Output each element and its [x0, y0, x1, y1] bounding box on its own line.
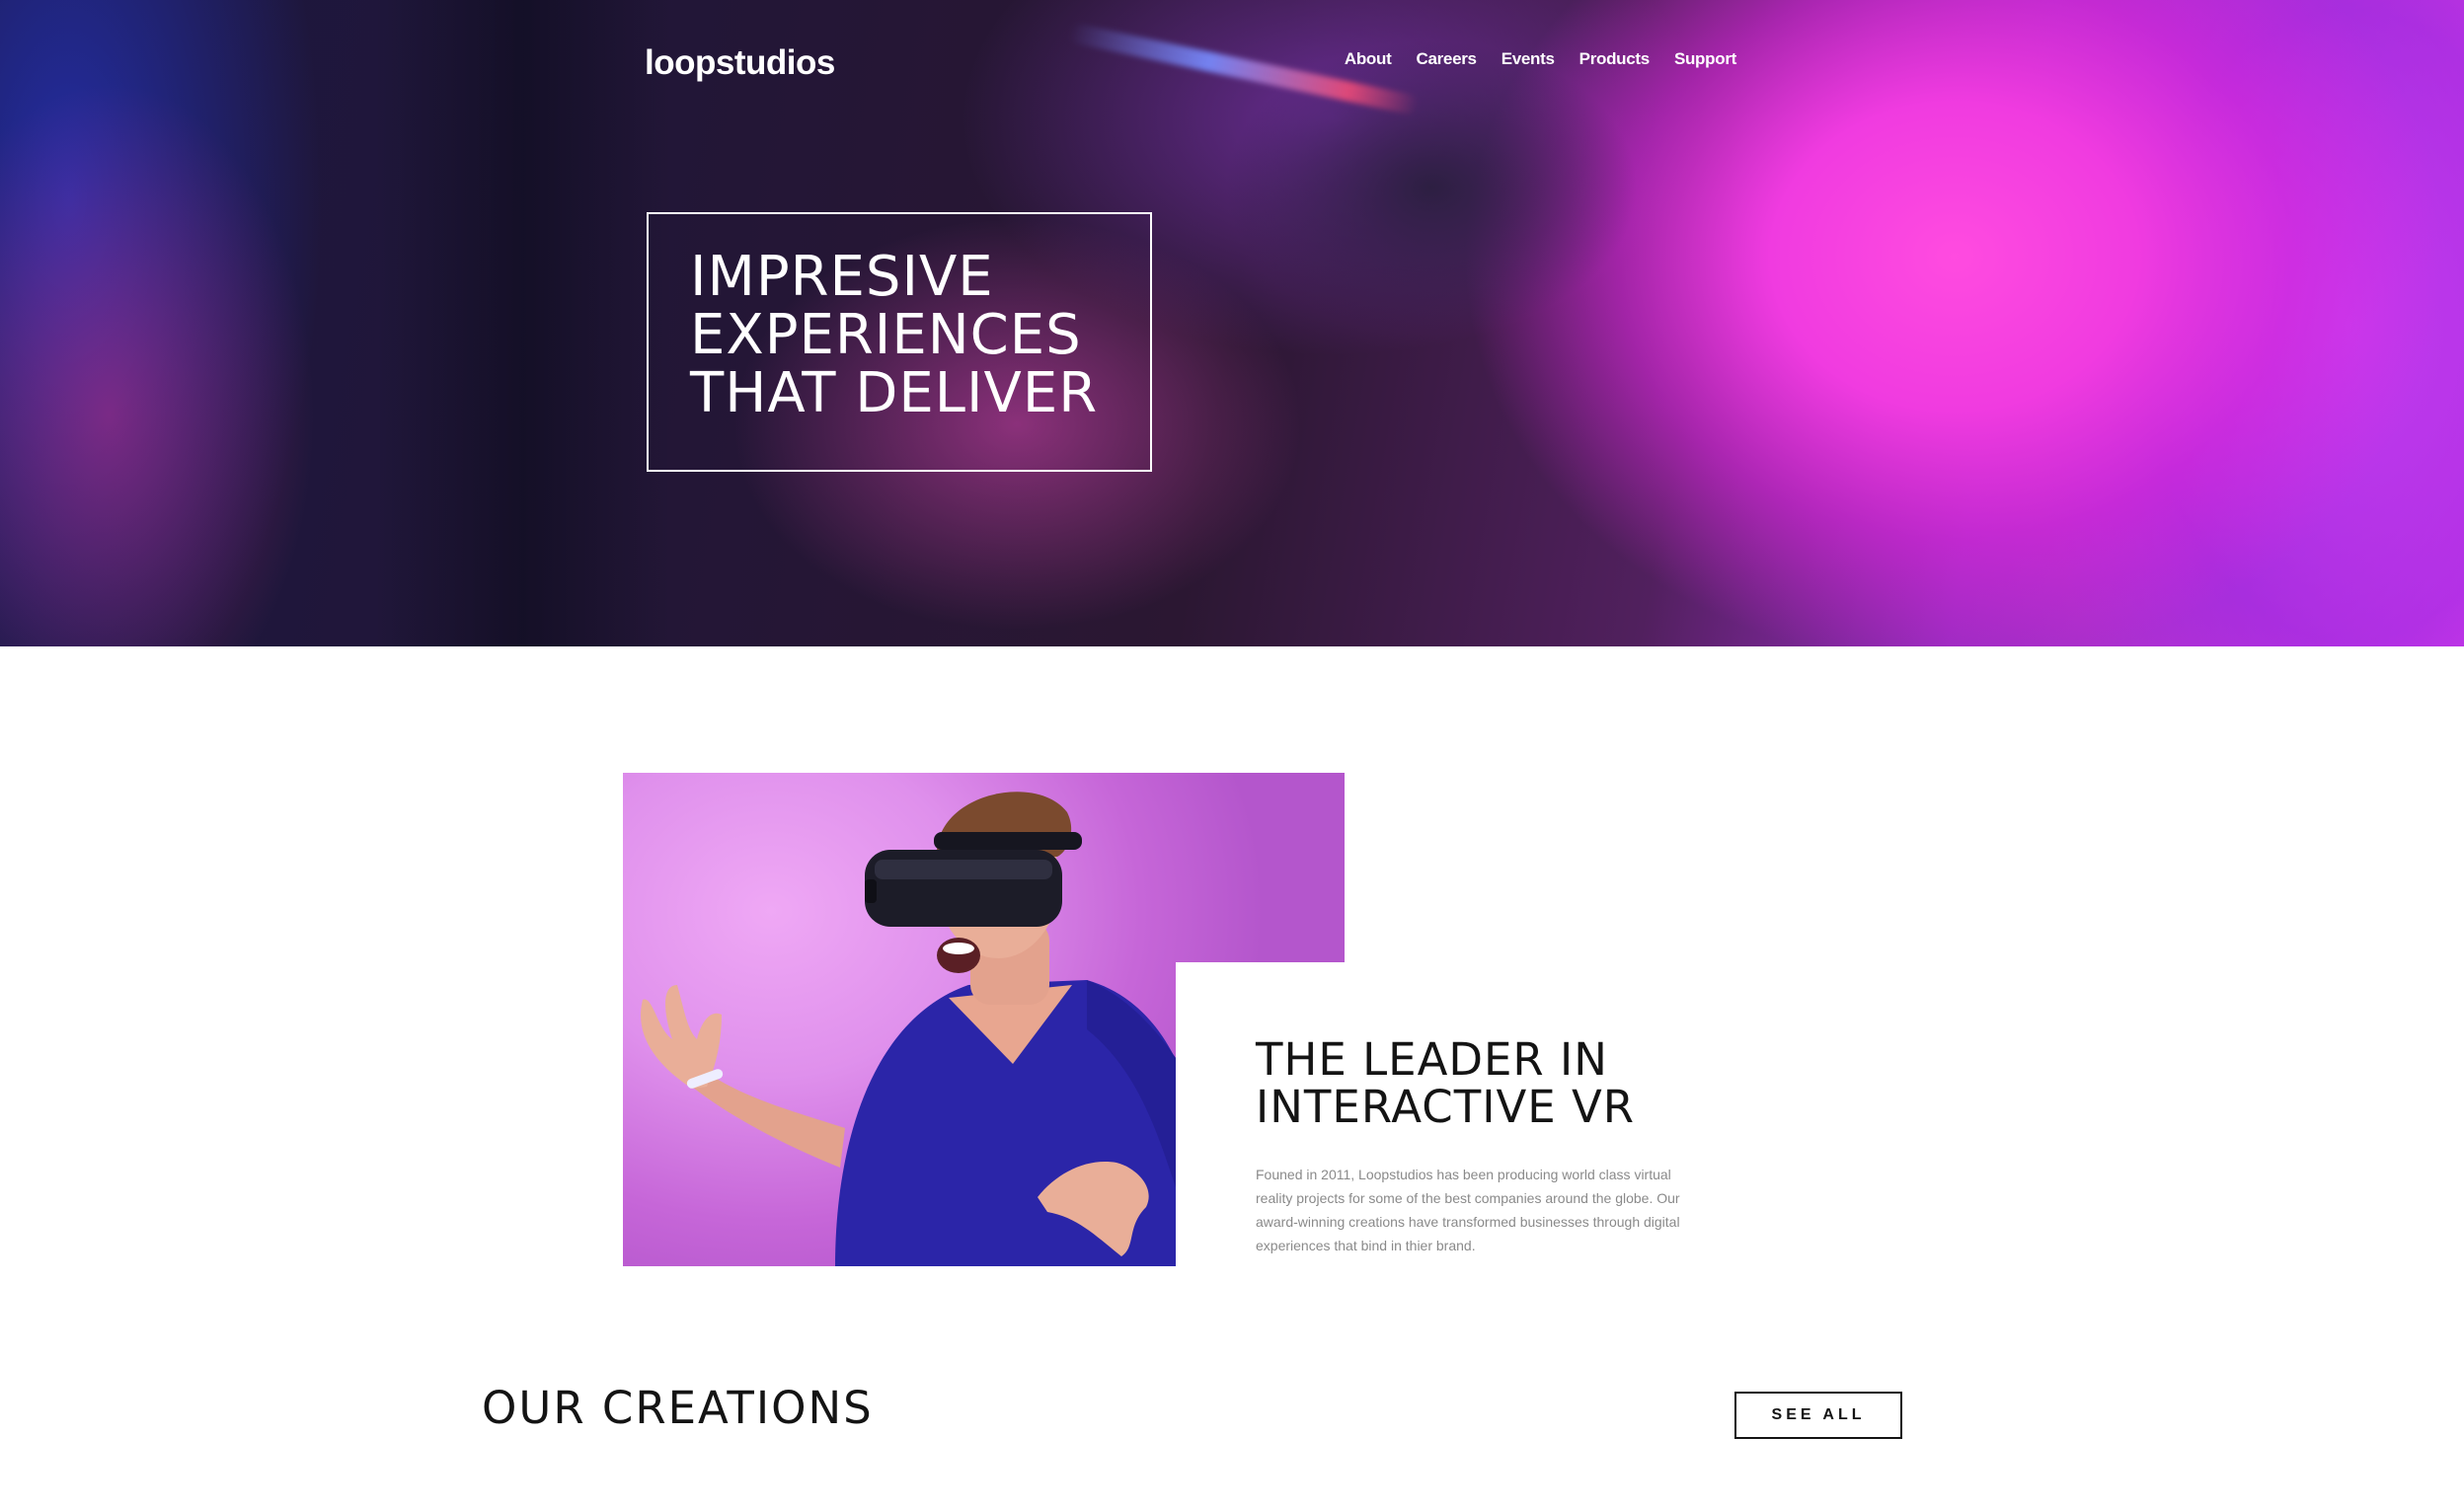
nav-link-support[interactable]: Support: [1674, 49, 1736, 69]
interactive-vr-body: Founed in 2011, Loopstudios has been pro…: [1256, 1167, 1680, 1253]
creations-title: OUR CREATIONS: [482, 1382, 874, 1434]
nav-link-careers[interactable]: Careers: [1416, 49, 1477, 69]
nav-link-events[interactable]: Events: [1502, 49, 1555, 69]
hero-section: loopstudios About Careers Events Product…: [0, 0, 2464, 646]
nav-link-about[interactable]: About: [1345, 49, 1392, 69]
see-all-button[interactable]: SEE ALL: [1734, 1392, 1902, 1439]
main-nav: About Careers Events Products Support: [1345, 49, 1736, 69]
hero-headline: IMPRESIVE EXPERIENCES THAT DELIVER: [690, 245, 1099, 425]
interactive-vr-card: THE LEADER IN INTERACTIVE VR Founed in 2…: [1176, 962, 1768, 1288]
hero-shadow: [375, 0, 671, 646]
nav-link-products[interactable]: Products: [1579, 49, 1651, 69]
hero-headline-box: IMPRESIVE EXPERIENCES THAT DELIVER: [647, 212, 1152, 472]
interactive-vr-title: THE LEADER IN INTERACTIVE VR: [1256, 1033, 1636, 1133]
logo[interactable]: loopstudios: [645, 43, 835, 83]
